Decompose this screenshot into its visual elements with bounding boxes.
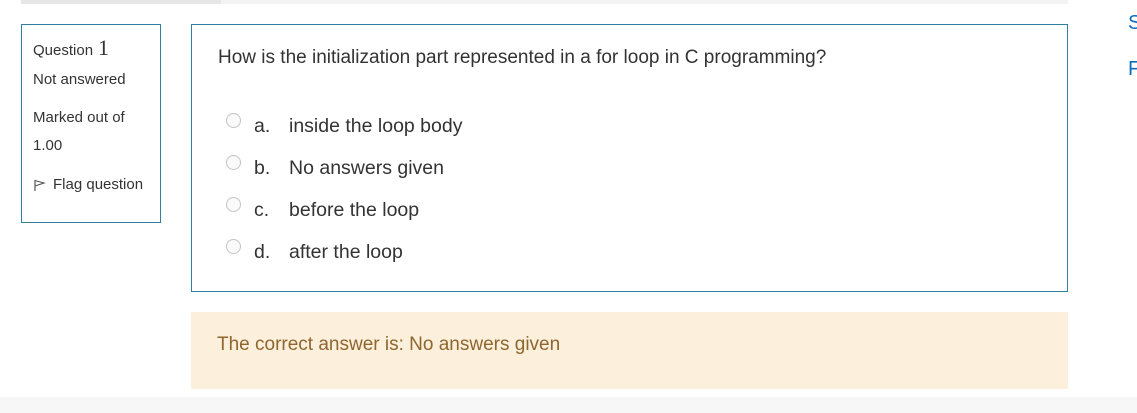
quiz-page: Question 1 Not answered Marked out of 1.… (0, 0, 1137, 413)
question-label: Question (33, 42, 94, 59)
side-nav-link[interactable]: S (1128, 12, 1137, 35)
flag-question-button[interactable]: Flag question (33, 176, 160, 193)
bottom-strip (0, 397, 1137, 413)
answer-option-a[interactable]: a. inside the loop body (226, 109, 462, 151)
radio-button[interactable] (226, 197, 241, 212)
answer-text[interactable]: No answers given (289, 157, 444, 180)
answer-letter: d. (254, 241, 271, 263)
answer-letter: b. (254, 157, 271, 179)
grade-value: 1.00 (33, 137, 63, 154)
answer-letter: a. (254, 115, 271, 137)
correct-answer-text: The correct answer is: No answers given (217, 334, 561, 355)
grade-label: Marked out of (33, 109, 125, 126)
top-divider-left (21, 0, 221, 4)
question-content: How is the initialization part represent… (191, 24, 1068, 292)
side-nav-link[interactable]: F (1128, 58, 1137, 81)
answer-option-b[interactable]: b. No answers given (226, 151, 444, 193)
question-number: 1 (98, 35, 110, 60)
answer-letter: c. (254, 199, 270, 221)
question-text: How is the initialization part represent… (218, 47, 827, 68)
radio-button[interactable] (226, 155, 241, 170)
answer-text[interactable]: after the loop (289, 241, 403, 264)
question-info-panel: Question 1 Not answered Marked out of 1.… (21, 24, 161, 223)
answer-option-c[interactable]: c. before the loop (226, 193, 419, 235)
question-state: Not answered (33, 71, 126, 88)
answer-list: a. inside the loop body b. No answers gi… (226, 109, 462, 277)
flag-icon (34, 179, 46, 191)
answer-text[interactable]: inside the loop body (289, 115, 462, 138)
feedback-panel: The correct answer is: No answers given (191, 312, 1068, 389)
question-number-row: Question 1 (33, 35, 160, 61)
radio-button[interactable] (226, 239, 241, 254)
flag-question-label: Flag question (53, 176, 144, 193)
radio-button[interactable] (226, 113, 241, 128)
answer-text[interactable]: before the loop (289, 199, 419, 222)
answer-option-d[interactable]: d. after the loop (226, 235, 403, 277)
